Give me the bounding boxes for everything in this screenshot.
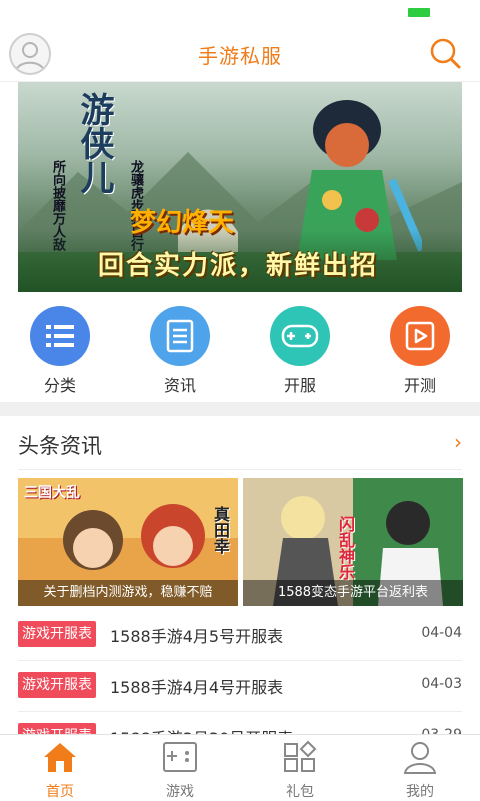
quick-label: 开测 [403, 376, 436, 395]
page-title: 手游私服 [198, 44, 282, 68]
tab-gifts[interactable]: 礼包 [260, 739, 340, 801]
user-icon [403, 742, 437, 774]
quick-item-category[interactable]: 分类 [20, 306, 100, 396]
status-bar [0, 0, 480, 24]
quick-circle [150, 306, 210, 366]
chevron-right-icon[interactable]: › [454, 430, 462, 454]
quick-item-server-open[interactable]: 开服 [260, 306, 340, 396]
news-card-overlay-name: 真田幸 [211, 506, 230, 554]
tab-profile[interactable]: 我的 [380, 739, 460, 801]
news-card-overlay-title: 闪乱神乐 [336, 516, 355, 580]
bottom-tab-bar: 首页 游戏 礼包 我的 [0, 734, 480, 800]
gamepad-icon [281, 324, 319, 348]
news-item-date: 04-04 [421, 625, 462, 641]
tab-label: 我的 [406, 784, 434, 800]
document-icon [166, 319, 194, 353]
gift-icon [284, 740, 317, 772]
tab-label: 礼包 [286, 784, 314, 800]
search-icon [430, 38, 461, 69]
news-card[interactable]: 闪乱神乐 1588变态手游平台返利表 [243, 478, 463, 606]
banner-slogan: 回合实力派，新鲜出招 [98, 251, 379, 281]
quick-label: 开服 [283, 376, 316, 395]
news-item-date: 04-03 [421, 676, 462, 692]
banner-calligraphy: 游侠儿 [74, 92, 114, 194]
news-card[interactable]: 三国大乱 真田幸 关于删档内测游戏，稳赚不赔 [18, 478, 238, 606]
quick-item-beta-test[interactable]: 开测 [380, 306, 460, 396]
news-section-title: 头条资讯 [18, 434, 102, 458]
quick-circle [390, 306, 450, 366]
home-icon [44, 743, 76, 772]
news-card-caption: 关于删档内测游戏，稳赚不赔 [18, 580, 238, 606]
quick-circle [30, 306, 90, 366]
news-list-item[interactable]: 游戏开服表 1588手游4月5号开服表 04-04 [18, 610, 462, 661]
search-button[interactable] [428, 36, 462, 70]
section-divider [0, 402, 480, 416]
quick-circle [270, 306, 330, 366]
news-card-caption: 1588变态手游平台返利表 [243, 580, 463, 606]
news-list-item[interactable]: 游戏开服表 1588手游4月4号开服表 04-03 [18, 661, 462, 712]
category-tag: 游戏开服表 [18, 672, 96, 698]
battery-icon [408, 8, 430, 17]
tab-label: 游戏 [166, 784, 194, 800]
news-item-title: 1588手游4月4号开服表 [110, 678, 284, 697]
tab-games[interactable]: 游戏 [140, 739, 220, 801]
quick-item-news[interactable]: 资讯 [140, 306, 220, 396]
tab-label: 首页 [46, 784, 74, 800]
gamepad-icon [163, 742, 197, 772]
news-section-header: 头条资讯 › [18, 430, 462, 470]
quick-nav: 分类 资讯 开服 开测 [0, 300, 480, 396]
quick-label: 资讯 [163, 376, 196, 395]
tab-home[interactable]: 首页 [20, 739, 100, 801]
quick-label: 分类 [43, 376, 76, 395]
app-header: 手游私服 [0, 24, 480, 82]
play-icon [405, 321, 435, 351]
news-card-overlay-title: 三国大乱 [24, 485, 80, 501]
news-item-title: 1588手游4月5号开服表 [110, 627, 284, 646]
banner-game-logo: 梦幻烽天 [130, 208, 235, 238]
category-tag: 游戏开服表 [18, 621, 96, 647]
promo-banner[interactable]: 游侠儿 所向披靡万人敌 龙骧虎步独自行 梦幻烽天 回合实力派，新鲜出招 [18, 82, 462, 292]
list-icon [46, 325, 74, 347]
